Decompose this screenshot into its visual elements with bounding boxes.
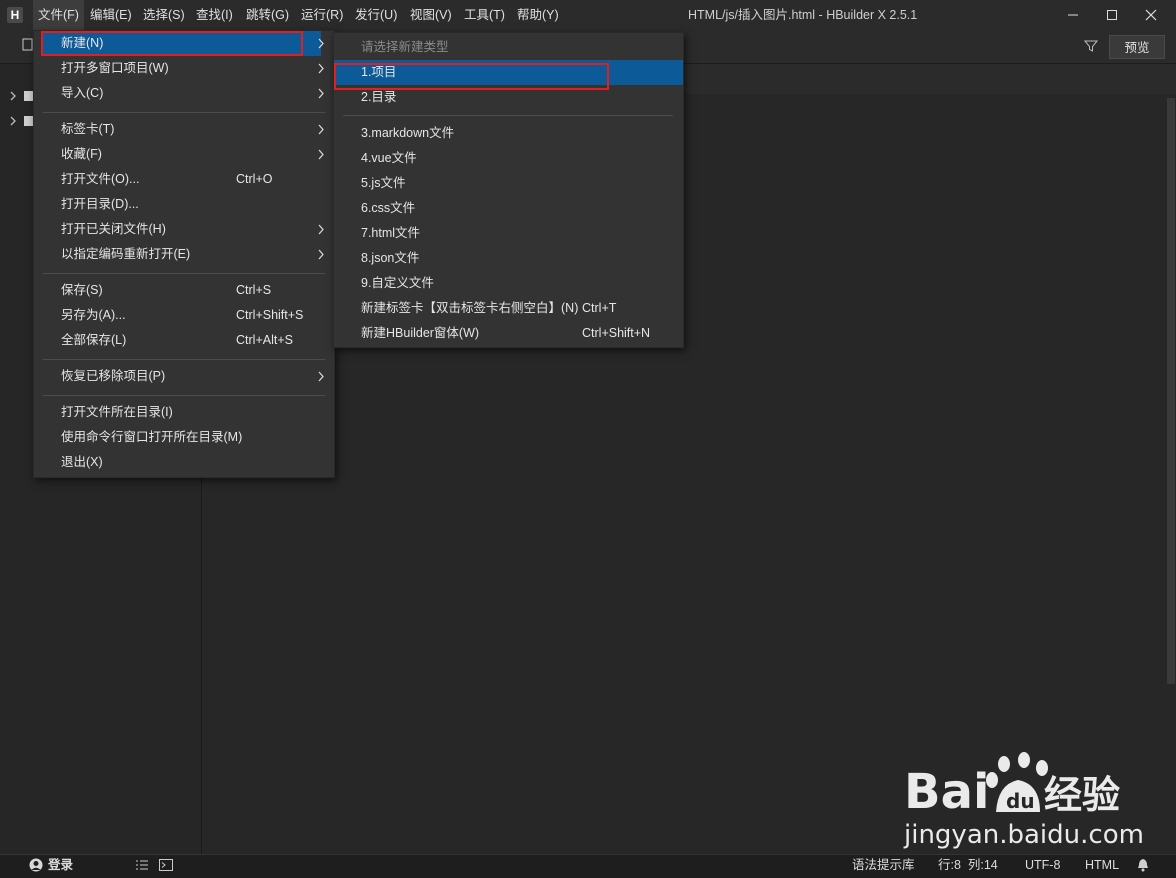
watermark-url: jingyan.baidu.com	[904, 820, 1144, 850]
file-menu-item-restore-removed[interactable]: 恢复已移除项目(P)	[61, 364, 165, 389]
cursor-position[interactable]: 行:8 列:14	[938, 854, 998, 877]
minimize-button[interactable]	[1054, 0, 1092, 30]
file-menu-item-open-directory[interactable]: 打开目录(D)...	[61, 192, 139, 217]
baidu-jingyan-watermark: Bai du 经验	[900, 750, 1130, 820]
file-menu-item-exit[interactable]: 退出(X)	[61, 450, 103, 475]
list-icon[interactable]	[135, 859, 149, 871]
menu-select[interactable]: 选择(S)	[138, 0, 190, 30]
file-menu-item-open-closed-file[interactable]: 打开已关闭文件(H)	[61, 217, 166, 242]
preview-button[interactable]: 预览	[1109, 35, 1165, 59]
submenu-arrow-icon	[316, 31, 326, 56]
menu-separator	[43, 112, 325, 113]
menu-file[interactable]: 文件(F)	[33, 0, 84, 30]
file-menu-item-open-in-terminal[interactable]: 使用命令行窗口打开所在目录(M)	[61, 425, 242, 450]
terminal-icon[interactable]	[159, 859, 173, 871]
new-submenu-item-directory[interactable]: 2.目录	[361, 85, 396, 110]
editor-scrollbar[interactable]	[1167, 98, 1175, 684]
file-menu-item-open-multi-window[interactable]: 打开多窗口项目(W)	[61, 56, 169, 81]
status-bar	[0, 854, 1176, 878]
new-submenu-item-js[interactable]: 5.js文件	[361, 171, 405, 196]
file-menu-item-import[interactable]: 导入(C)	[61, 81, 103, 106]
submenu-arrow-icon	[316, 364, 326, 389]
shortcut-save-as: Ctrl+Shift+S	[236, 308, 304, 322]
new-submenu-item-css[interactable]: 6.css文件	[361, 196, 415, 221]
new-submenu-item-custom[interactable]: 9.自定义文件	[361, 271, 434, 296]
maximize-button[interactable]	[1093, 0, 1131, 30]
shortcut-open-file: Ctrl+O	[236, 172, 273, 186]
menu-help[interactable]: 帮助(Y)	[512, 0, 564, 30]
file-menu-dropdown: 新建(N) 打开多窗口项目(W) 导入(C) 标签卡(T) 收藏(F) 打开文件…	[33, 30, 335, 478]
notification-bell-icon[interactable]	[1137, 858, 1149, 872]
shortcut-save-all: Ctrl+Alt+S	[236, 333, 293, 347]
menu-tools[interactable]: 工具(T)	[459, 0, 510, 30]
submenu-arrow-icon	[316, 117, 326, 142]
close-button[interactable]	[1132, 0, 1170, 30]
menu-separator	[43, 273, 325, 274]
menu-publish[interactable]: 发行(U)	[350, 0, 402, 30]
menu-separator	[343, 115, 673, 116]
new-submenu-header: 请选择新建类型	[361, 40, 449, 54]
maximize-icon	[1107, 10, 1117, 20]
file-menu-item-save[interactable]: 保存(S)	[61, 278, 103, 303]
new-submenu-item-new-window[interactable]: 新建HBuilder窗体(W)	[361, 321, 479, 346]
menu-run[interactable]: 运行(R)	[296, 0, 348, 30]
new-submenu-item-vue[interactable]: 4.vue文件	[361, 146, 417, 171]
file-menu-item-save-all[interactable]: 全部保存(L)	[61, 328, 126, 353]
file-menu-item-reopen-encoding[interactable]: 以指定编码重新打开(E)	[61, 242, 190, 267]
file-menu-item-open-file[interactable]: 打开文件(O)...	[61, 167, 139, 192]
submenu-arrow-icon	[316, 217, 326, 242]
syntax-library-button[interactable]: 语法提示库	[852, 854, 915, 877]
annotation-highlight-box	[41, 31, 303, 56]
filter-icon[interactable]	[1083, 39, 1099, 53]
hbuilder-logo-icon: H	[7, 7, 23, 23]
new-submenu-item-markdown[interactable]: 3.markdown文件	[361, 121, 454, 146]
shortcut-save: Ctrl+S	[236, 283, 272, 297]
menu-view[interactable]: 视图(V)	[405, 0, 457, 30]
language-mode[interactable]: HTML	[1085, 854, 1119, 877]
menu-separator	[43, 359, 325, 360]
submenu-arrow-icon	[316, 142, 326, 167]
menu-goto[interactable]: 跳转(G)	[241, 0, 294, 30]
user-avatar-icon[interactable]	[29, 858, 43, 872]
encoding-indicator[interactable]: UTF-8	[1025, 854, 1060, 877]
new-submenu-item-html[interactable]: 7.html文件	[361, 221, 420, 246]
file-menu-item-favorites[interactable]: 收藏(F)	[61, 142, 102, 167]
new-submenu-item-new-tab[interactable]: 新建标签卡【双击标签卡右侧空白】(N)	[361, 296, 578, 321]
submenu-arrow-icon	[316, 56, 326, 81]
submenu-arrow-icon	[316, 81, 326, 106]
new-submenu-item-json[interactable]: 8.json文件	[361, 246, 419, 271]
file-menu-item-tabs[interactable]: 标签卡(T)	[61, 117, 114, 142]
project-folder-icon	[24, 116, 33, 126]
file-menu-item-open-containing-dir[interactable]: 打开文件所在目录(I)	[61, 400, 173, 425]
tree-expand-chevron-icon[interactable]	[8, 115, 18, 127]
minimize-icon	[1068, 14, 1078, 16]
watermark-brand: Bai	[904, 764, 989, 820]
svg-text:du: du	[1006, 789, 1035, 813]
menu-edit[interactable]: 编辑(E)	[85, 0, 137, 30]
shortcut-new-tab: Ctrl+T	[582, 301, 617, 315]
tree-expand-chevron-icon[interactable]	[8, 90, 18, 102]
menu-find[interactable]: 查找(I)	[191, 0, 238, 30]
menu-separator	[43, 395, 325, 396]
watermark-brand-jingyan: 经验	[1044, 773, 1120, 817]
project-folder-icon	[24, 91, 33, 101]
file-menu-item-save-as[interactable]: 另存为(A)...	[61, 303, 126, 328]
shortcut-new-window: Ctrl+Shift+N	[582, 326, 651, 340]
window-title: HTML/js/插入图片.html - HBuilder X 2.5.1	[688, 8, 918, 22]
submenu-arrow-icon	[316, 242, 326, 267]
close-icon	[1145, 9, 1157, 21]
new-submenu-dropdown: 请选择新建类型 1.项目 2.目录 3.markdown文件 4.vue文件 5…	[333, 32, 684, 348]
login-link[interactable]: 登录	[48, 854, 73, 877]
